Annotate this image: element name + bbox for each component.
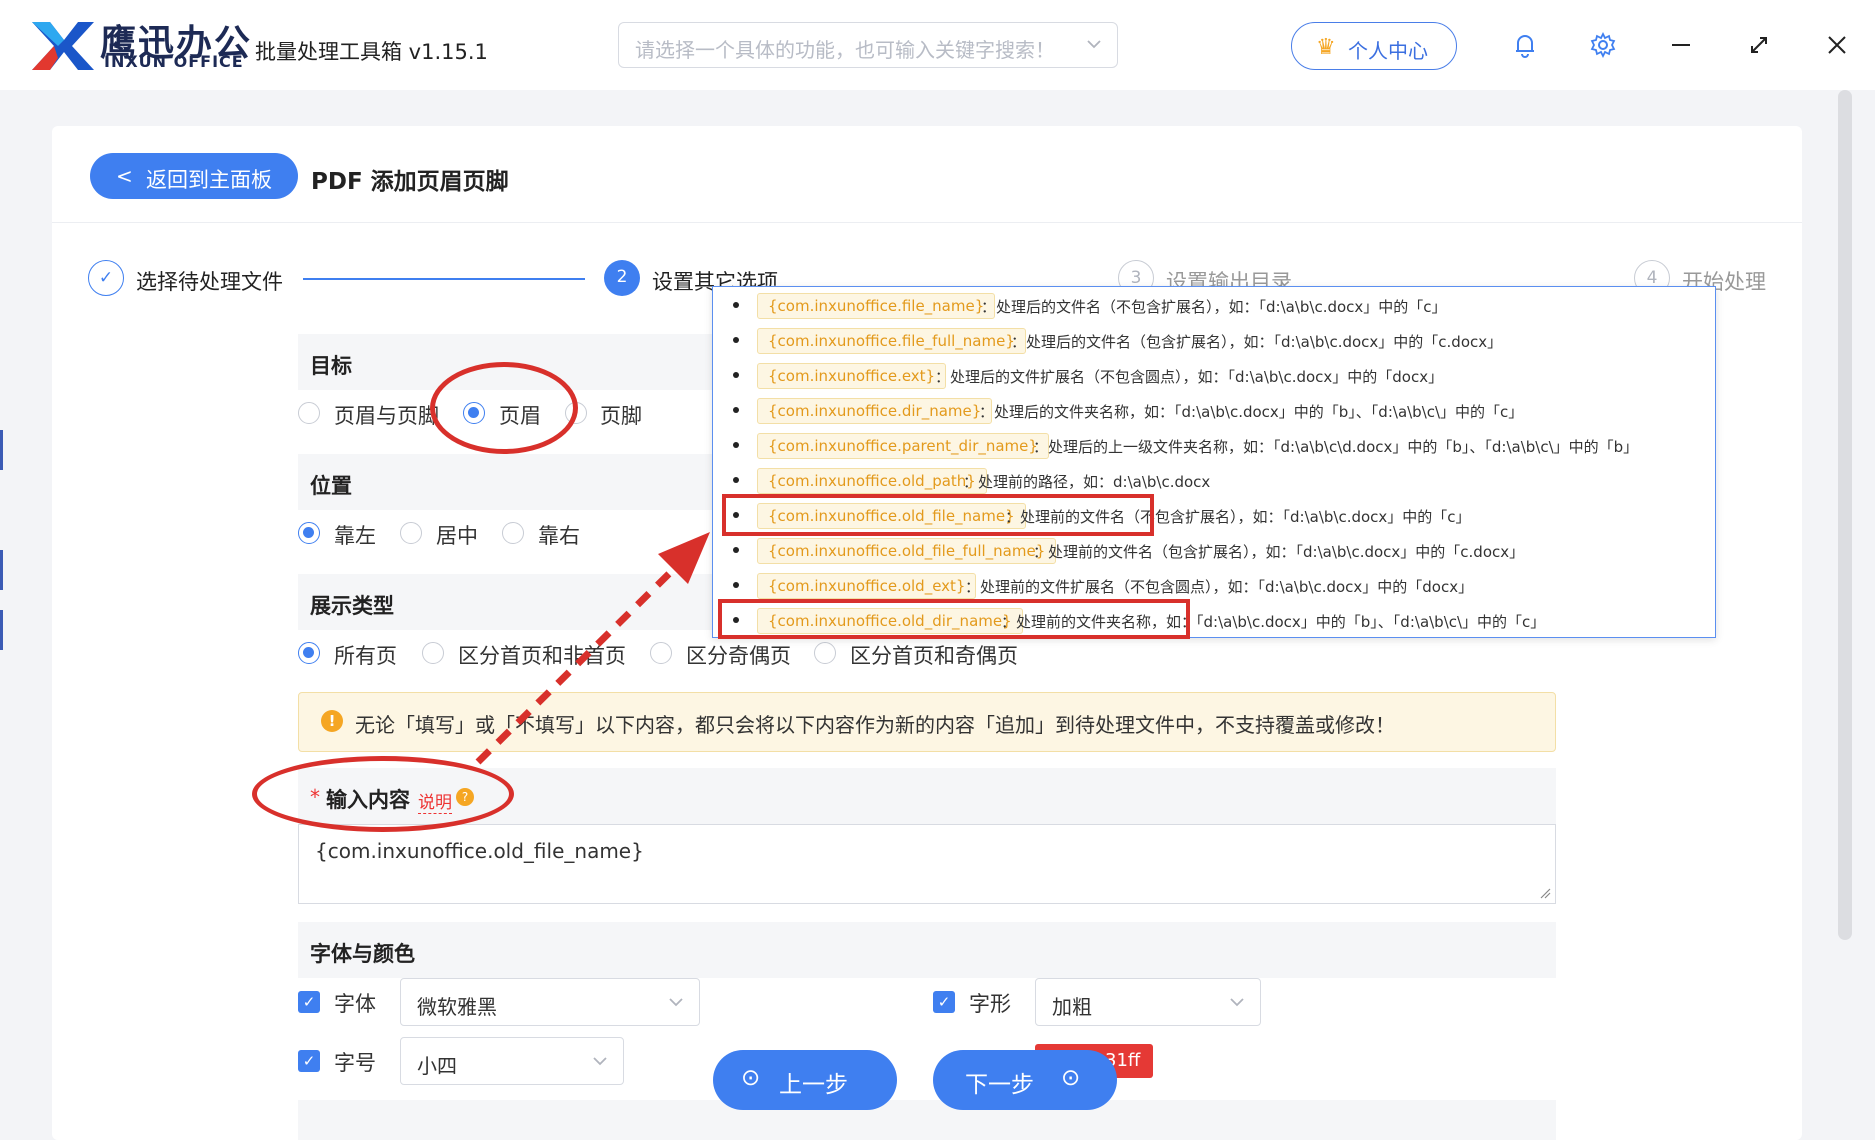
font-color-section-header: 字体与颜色: [298, 922, 1556, 978]
placeholder-tag: {com.inxunoffice.file_name}: [757, 293, 996, 319]
list-item: {com.inxunoffice.dir_name} ：处理后的文件夹名称，如：「…: [713, 393, 1713, 428]
placeholder-tag: {com.inxunoffice.file_full_name}: [757, 328, 1026, 354]
placeholder-desc: ：处理后的上一级文件夹名称，如：「d:\a\b\c\d.docx」中的「b」、「…: [1033, 438, 1639, 456]
placeholder-tag: {com.inxunoffice.old_file_full_name}: [757, 538, 1057, 564]
close-icon[interactable]: [1822, 30, 1852, 60]
search-input[interactable]: 请选择一个具体的功能，也可输入关键字搜索！: [618, 22, 1118, 68]
radio-label: 靠左: [334, 524, 376, 548]
style-label: 字形: [969, 992, 1011, 1016]
chevron-down-icon: [1087, 40, 1101, 49]
placeholder-desc: ：处理后的文件扩展名（不包含圆点），如：「d:\a\b\c.docx」中的「do…: [935, 368, 1444, 386]
size-value: 小四: [417, 1054, 457, 1078]
app-title: 批量处理工具箱 v1.15.1: [255, 40, 488, 64]
font-label: 字体: [334, 992, 376, 1016]
style-value: 加粗: [1052, 995, 1092, 1019]
size-select[interactable]: 小四: [400, 1037, 624, 1085]
placeholder-tag: {com.inxunoffice.dir_name}: [757, 398, 993, 424]
logo-icon: [32, 22, 94, 70]
radio-label: 页脚: [600, 404, 642, 428]
annotation-highlight-box: [718, 599, 1190, 639]
radio-center[interactable]: [400, 522, 422, 544]
placeholder-tag: {com.inxunoffice.old_path}: [757, 468, 987, 494]
placeholder-tag: {com.inxunoffice.parent_dir_name}: [757, 433, 1049, 459]
list-item: {com.inxunoffice.old_ext} ：处理前的文件扩展名（不包含圆…: [713, 568, 1713, 603]
prev-label: 上一步: [779, 1072, 848, 1098]
target-heading: 目标: [310, 354, 352, 378]
step-2-number: 2: [604, 260, 640, 296]
resize-handle-icon[interactable]: [1539, 887, 1551, 899]
crown-icon: ♛: [1316, 35, 1336, 60]
circle-left-icon: ⊙: [741, 1065, 761, 1091]
side-marker: [0, 430, 3, 470]
radio-label: 页眉与页脚: [334, 404, 439, 428]
content-textarea[interactable]: {com.inxunoffice.old_file_name}: [298, 824, 1556, 904]
list-item: {com.inxunoffice.parent_dir_name} ：处理后的上一…: [713, 428, 1713, 463]
radio-left[interactable]: [298, 522, 320, 544]
font-color-heading: 字体与颜色: [310, 942, 415, 966]
placeholder-tag: {com.inxunoffice.old_ext}: [757, 573, 977, 599]
prev-step-button[interactable]: ⊙ 上一步: [713, 1050, 897, 1110]
content-value: {com.inxunoffice.old_file_name}: [315, 839, 644, 863]
annotation-highlight-box: [722, 494, 1154, 536]
next-step-button[interactable]: 下一步 ⊙: [933, 1050, 1117, 1110]
minimize-icon[interactable]: [1666, 30, 1696, 60]
font-select[interactable]: 微软雅黑: [400, 978, 700, 1026]
list-item: {com.inxunoffice.old_file_full_name} ：处理前…: [713, 533, 1713, 568]
gear-icon[interactable]: [1588, 30, 1618, 60]
list-item: {com.inxunoffice.file_name} ：处理后的文件名（不包含扩…: [713, 288, 1713, 323]
chevron-down-icon: [1230, 998, 1244, 1007]
placeholder-desc: ：处理前的文件扩展名（不包含圆点），如：「d:\a\b\c.docx」中的「do…: [965, 578, 1474, 596]
placeholder-help-popup: {com.inxunoffice.file_name} ：处理后的文件名（不包含扩…: [712, 286, 1716, 638]
side-marker: [0, 610, 3, 650]
divider: [52, 222, 1802, 223]
list-item: {com.inxunoffice.old_path} ：处理前的路径，如：d:\a…: [713, 463, 1713, 498]
placeholder-tag: {com.inxunoffice.ext}: [757, 363, 947, 389]
size-label: 字号: [334, 1051, 376, 1075]
display-type-heading: 展示类型: [310, 594, 394, 618]
list-item: {com.inxunoffice.ext} ：处理后的文件扩展名（不包含圆点），如…: [713, 358, 1713, 393]
placeholder-desc: ：处理后的文件名（包含扩展名），如：「d:\a\b\c.docx」中的「c.do…: [1011, 333, 1503, 351]
next-label: 下一步: [965, 1072, 1034, 1098]
bell-icon[interactable]: [1510, 30, 1540, 60]
radio-label: 区分首页和奇偶页: [850, 644, 1018, 668]
warning-icon: !: [321, 710, 343, 732]
font-checkbox[interactable]: ✓: [298, 991, 320, 1013]
list-item: {com.inxunoffice.file_full_name} ：处理后的文件名…: [713, 323, 1713, 358]
annotation-arrow-icon: [475, 532, 710, 765]
placeholder-desc: ：处理后的文件名（不包含扩展名），如：「d:\a\b\c.docx」中的「c」: [981, 298, 1447, 316]
title-bar: 鹰迅办公 INXUN OFFICE 批量处理工具箱 v1.15.1 请选择一个具…: [0, 0, 1875, 90]
annotation-circle: [430, 362, 578, 454]
personal-center-button[interactable]: ♛ 个人中心: [1291, 22, 1457, 70]
chevron-left-icon: <: [116, 164, 133, 188]
back-label: 返回到主面板: [146, 168, 272, 192]
radio-header-footer[interactable]: [298, 402, 320, 424]
page-title: PDF 添加页眉页脚: [311, 169, 509, 195]
next-section-header: [298, 1100, 1556, 1140]
back-to-main-button[interactable]: < 返回到主面板: [90, 153, 298, 199]
step-connector: [303, 278, 585, 280]
radio-label: 所有页: [334, 644, 397, 668]
step-1-check-icon: ✓: [88, 260, 124, 296]
placeholder-desc: ：处理前的文件名（包含扩展名），如：「d:\a\b\c.docx」中的「c.do…: [1033, 543, 1525, 561]
scrollbar[interactable]: [1838, 90, 1852, 940]
radio-first-nonfirst[interactable]: [422, 642, 444, 664]
circle-right-icon: ⊙: [1061, 1065, 1081, 1091]
style-checkbox[interactable]: ✓: [933, 991, 955, 1013]
placeholder-desc: ：处理后的文件夹名称，如：「d:\a\b\c.docx」中的「b」、「d:\a\…: [979, 403, 1524, 421]
chevron-down-icon: [669, 998, 683, 1007]
style-select[interactable]: 加粗: [1035, 978, 1261, 1026]
logo-subtext: INXUN OFFICE: [104, 52, 244, 71]
placeholder-desc: ：处理前的路径，如：d:\a\b\c.docx: [963, 473, 1211, 491]
size-checkbox[interactable]: ✓: [298, 1050, 320, 1072]
chevron-down-icon: [593, 1057, 607, 1066]
side-marker: [0, 550, 3, 590]
personal-center-label: 个人中心: [1348, 39, 1428, 63]
maximize-icon[interactable]: [1744, 30, 1774, 60]
radio-first-odd-even[interactable]: [814, 642, 836, 664]
position-heading: 位置: [310, 474, 352, 498]
search-placeholder: 请选择一个具体的功能，也可输入关键字搜索！: [635, 38, 1055, 62]
step-1-label: 选择待处理文件: [136, 270, 283, 294]
font-value: 微软雅黑: [417, 995, 497, 1019]
radio-all-pages[interactable]: [298, 642, 320, 664]
